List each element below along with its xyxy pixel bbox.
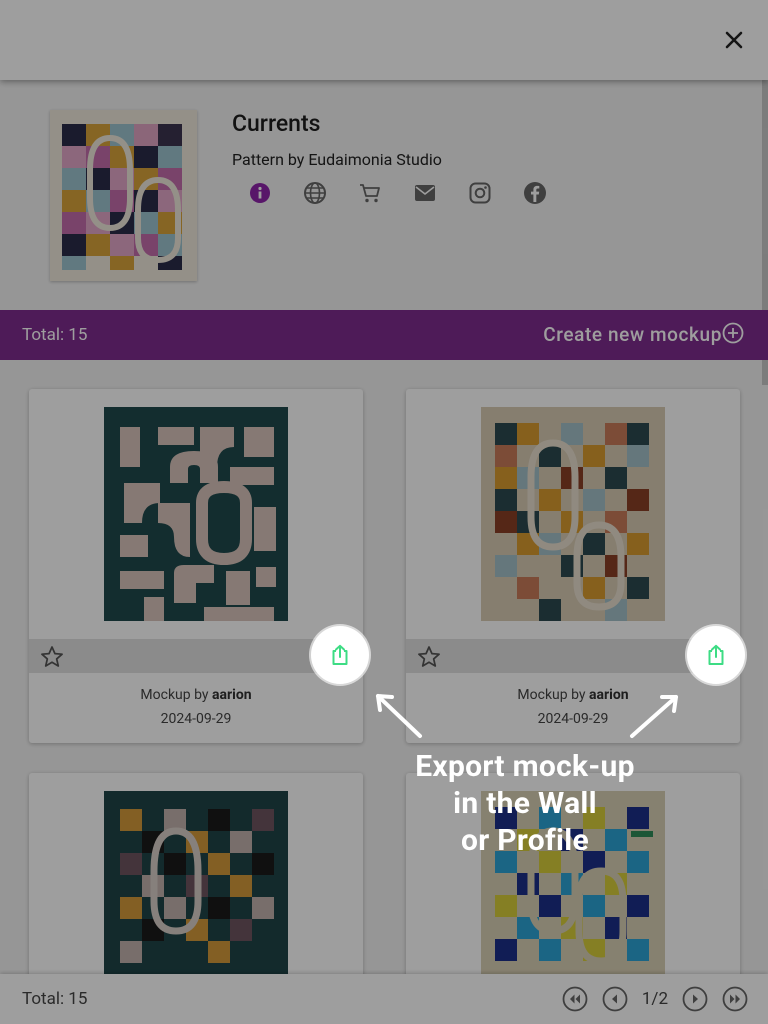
- callout-line: in the Wall: [453, 786, 597, 821]
- callout-line: Export mock-up: [415, 749, 635, 784]
- arrow-right-icon: [630, 695, 678, 738]
- callout-line: or Profile: [461, 823, 589, 858]
- export-callout-text: Export mock-up in the Wall or Profile: [380, 748, 670, 859]
- callout-arrows: [376, 694, 678, 738]
- arrow-left-icon: [376, 694, 422, 738]
